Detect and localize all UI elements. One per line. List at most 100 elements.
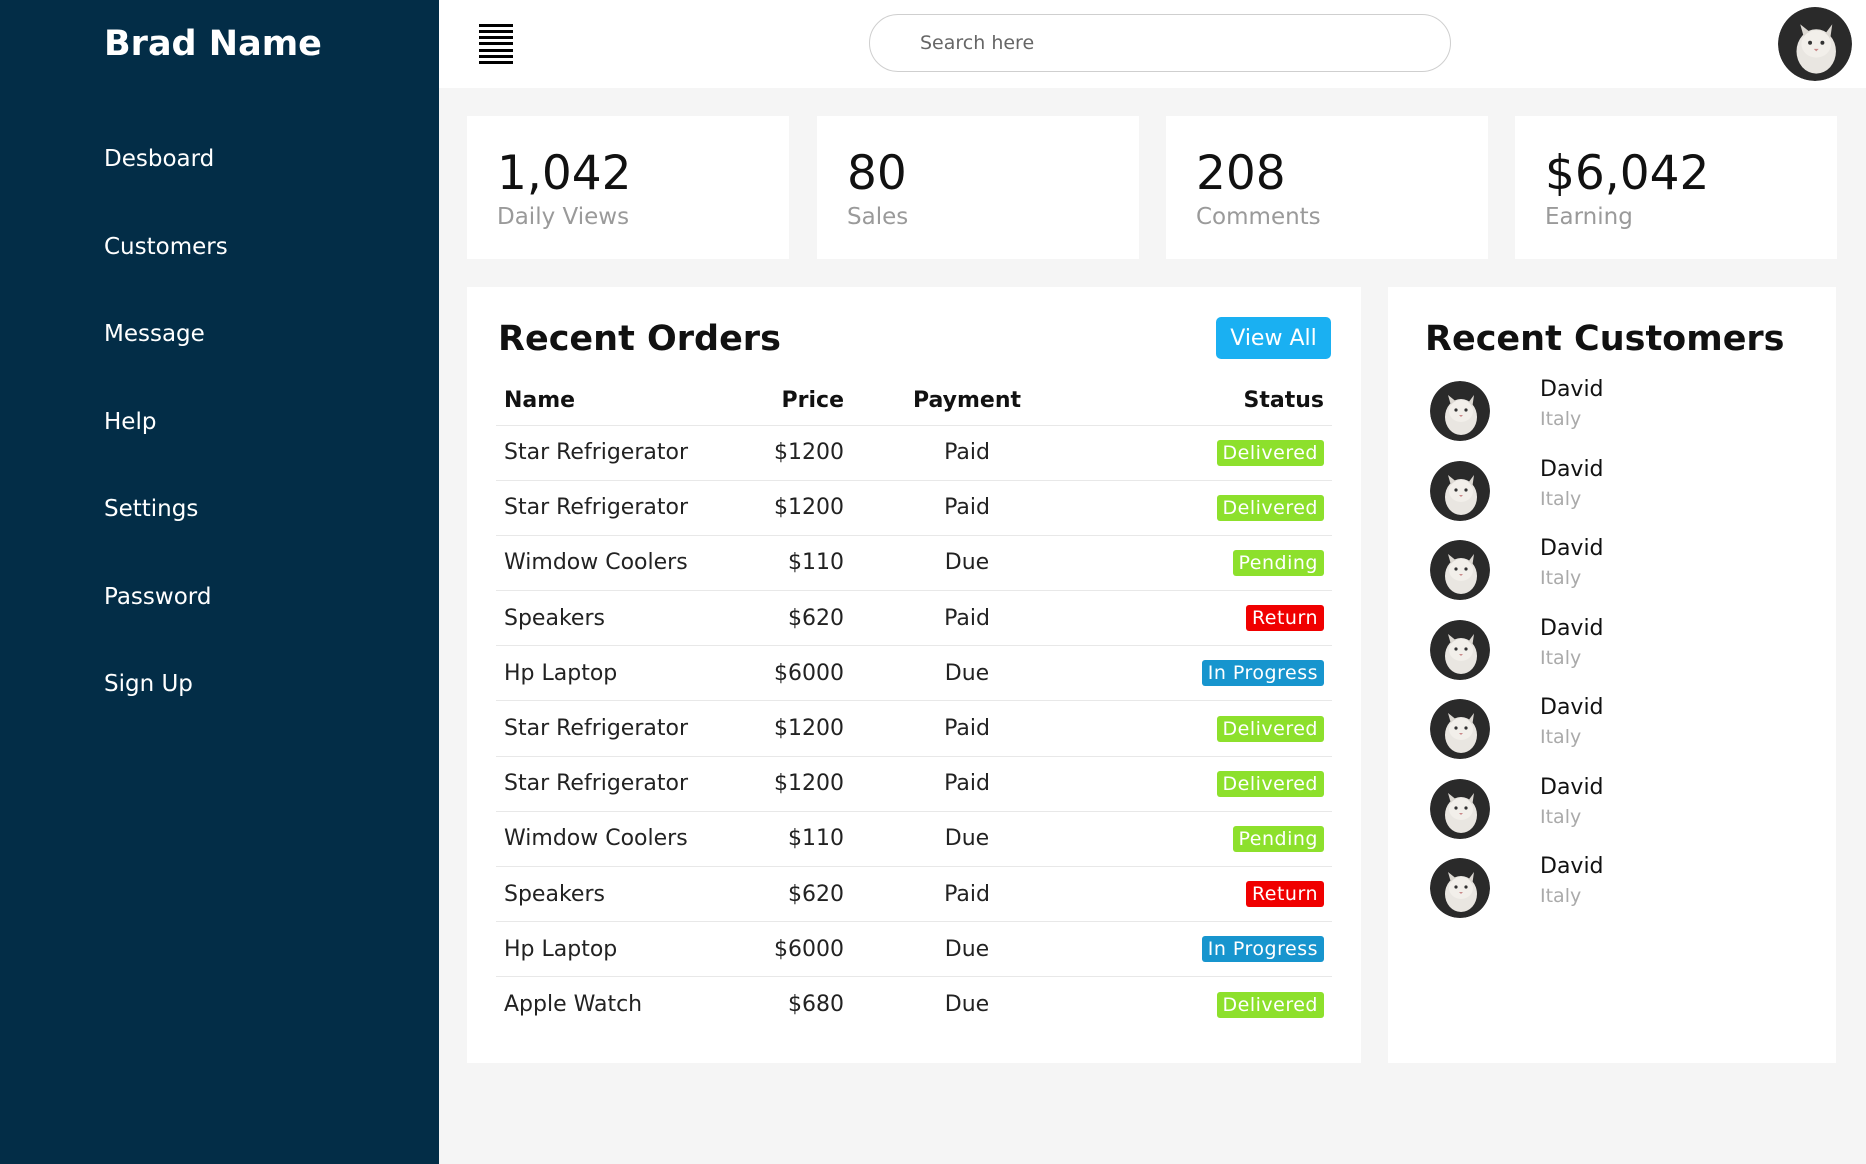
order-status-cell: In Progress [1082,921,1332,977]
table-row[interactable]: Speakers $620 Paid Return [496,590,1332,646]
table-row[interactable]: Wimdow Coolers $110 Due Pending [496,534,1332,591]
user-avatar[interactable] [1778,7,1852,81]
customer-name: David [1540,854,1604,879]
stat-value: 80 [847,146,907,201]
search-input[interactable] [920,32,1450,54]
table-row[interactable]: Star Refrigerator $1200 Paid Delivered [496,700,1332,757]
order-name: Speakers [496,865,712,922]
customer-name: David [1540,695,1604,720]
customer-name: David [1540,774,1604,800]
customer-country: Italy [1540,646,1582,669]
orders-table: Name Price Payment Status Star Refrigera… [496,377,1332,1033]
list-item[interactable]: David Italy [1430,854,1604,938]
stat-value: 1,042 [497,146,632,201]
order-payment: Paid [852,479,1082,536]
stat-card-earning: $6,042 Earning [1515,116,1837,259]
table-row[interactable]: Apple Watch $680 Due Delivered [496,976,1332,1033]
order-price: $620 [712,865,852,922]
order-status-cell: Delivered [1082,700,1332,757]
sidebar-item-settings[interactable]: Settings [104,488,228,576]
customer-info: David Italy [1540,377,1604,430]
stat-value: 208 [1196,146,1286,201]
status-badge: Pending [1232,825,1324,852]
order-price: $1200 [712,424,852,481]
table-row[interactable]: Hp Laptop $6000 Due In Progress [496,645,1332,701]
customer-info: David Italy [1540,457,1604,510]
order-price: $1200 [712,479,852,536]
sidebar-nav: Desboard Customers Message Help Settings… [104,138,228,751]
view-all-button[interactable]: View All [1216,317,1331,359]
table-row[interactable]: Star Refrigerator $1200 Paid Delivered [496,424,1332,481]
stat-card-sales: 80 Sales [817,116,1139,259]
customer-avatar [1430,858,1490,918]
order-name: Speakers [496,590,712,646]
order-name: Hp Laptop [496,921,712,977]
recent-orders-title: Recent Orders [498,319,781,359]
customer-name: David [1540,615,1604,641]
customer-info: David Italy [1540,695,1604,748]
status-badge: Return [1245,605,1324,632]
recent-orders-panel: Recent Orders View All Name Price Paymen… [467,287,1361,1063]
order-payment: Paid [852,424,1082,481]
stat-label: Earning [1545,204,1633,230]
customer-country: Italy [1540,487,1582,510]
order-name: Star Refrigerator [496,479,712,536]
list-item[interactable]: David Italy [1430,695,1604,779]
table-row[interactable]: Star Refrigerator $1200 Paid Delivered [496,755,1332,812]
status-badge: In Progress [1201,936,1324,963]
order-payment: Due [852,921,1082,977]
order-status-cell: In Progress [1082,645,1332,701]
order-status-cell: Delivered [1082,424,1332,481]
order-status-cell: Return [1082,865,1332,922]
sidebar-item-customers[interactable]: Customers [104,226,228,314]
sidebar-item-dashboard[interactable]: Desboard [104,138,228,226]
table-header-row: Name Price Payment Status [496,377,1332,425]
sidebar-item-password[interactable]: Password [104,576,228,664]
list-item[interactable]: David Italy [1430,377,1604,461]
list-item[interactable]: David Italy [1430,457,1604,541]
list-item[interactable]: David Italy [1430,616,1604,700]
stat-label: Comments [1196,204,1321,230]
order-price: $620 [712,590,852,646]
customer-list: David Italy David Italy David Italy David Italy… [1430,377,1604,938]
order-status-cell: Delivered [1082,976,1332,1033]
sidebar-item-help[interactable]: Help [104,401,228,489]
order-payment: Paid [852,700,1082,757]
order-payment: Paid [852,865,1082,922]
table-row[interactable]: Star Refrigerator $1200 Paid Delivered [496,479,1332,536]
column-header-name: Name [504,388,576,414]
search-bar [869,14,1451,72]
customer-name: David [1540,377,1604,402]
order-payment: Due [852,534,1082,591]
table-row[interactable]: Hp Laptop $6000 Due In Progress [496,921,1332,977]
sidebar-item-message[interactable]: Message [104,313,228,401]
customer-avatar [1430,699,1490,759]
order-payment: Paid [852,590,1082,646]
order-name: Wimdow Coolers [496,534,712,591]
status-badge: Delivered [1216,770,1324,797]
table-row[interactable]: Speakers $620 Paid Return [496,865,1332,922]
order-name: Hp Laptop [496,645,712,701]
order-name: Wimdow Coolers [496,810,712,867]
sidebar-item-sign-up[interactable]: Sign Up [104,663,228,751]
stat-label: Sales [847,204,909,230]
order-name: Star Refrigerator [496,424,712,481]
menu-icon[interactable] [479,24,513,64]
list-item[interactable]: David Italy [1430,775,1604,859]
order-status-cell: Pending [1082,534,1332,591]
customer-country: Italy [1540,805,1582,828]
recent-customers-panel: Recent Customers David Italy David Italy Dav… [1388,287,1836,1063]
list-item[interactable]: David Italy [1430,536,1604,620]
order-payment: Due [852,976,1082,1033]
customer-name: David [1540,536,1604,561]
table-row[interactable]: Wimdow Coolers $110 Due Pending [496,810,1332,867]
customer-avatar [1430,778,1490,839]
sidebar: Brad Name Desboard Customers Message Hel… [0,0,439,1164]
customer-avatar [1430,540,1490,600]
order-price: $6000 [712,921,852,977]
topbar [439,0,1866,88]
customer-name: David [1540,456,1604,482]
stat-value: $6,042 [1545,146,1710,201]
customer-info: David Italy [1540,536,1604,589]
customer-avatar [1430,381,1490,441]
